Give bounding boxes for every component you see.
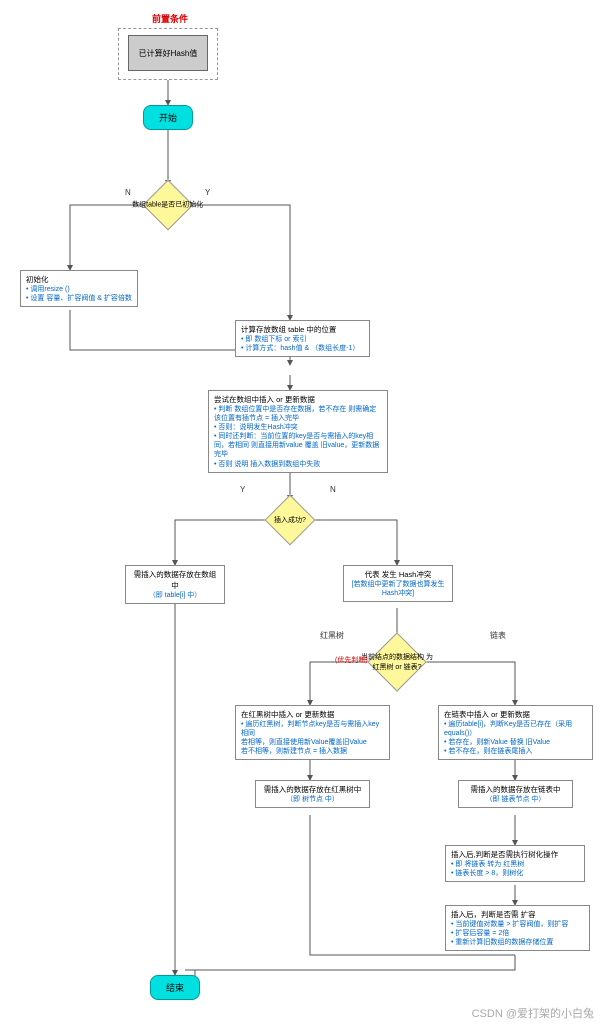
- linked-insert-l3: • 若不存在，则在链表尾插入: [444, 747, 587, 756]
- structure-hint: (优先判断): [335, 655, 368, 665]
- stored-array-title: 需插入的数据存放在数组中: [131, 569, 219, 591]
- decision-table-initialized: 数组table是否已初始化: [143, 180, 194, 231]
- precondition-container: 已计算好Hash值: [118, 28, 218, 80]
- branch-rbtree-label: 红黑树: [320, 630, 344, 641]
- stored-in-array: 需插入的数据存放在数组中 （即 table[i] 中）: [125, 565, 225, 604]
- try-insert-l4: • 否则 说明 插入数据到数组中失败: [214, 460, 382, 469]
- linked-insert-l2: • 若存在，则新Value 替换 旧Value: [444, 738, 587, 747]
- init-l1: • 调用resize (): [26, 285, 132, 294]
- rbtree-insert-process: 在红黑树中插入 or 更新数据 • 遍历红黑树，判断节点key是否与需插入key…: [235, 705, 390, 760]
- insert-ok-y: Y: [240, 485, 245, 494]
- resize-title: 插入后，判断是否需 扩容: [451, 909, 584, 920]
- try-insert-l1: • 判断 数组位置中是否存在数据，若不存在 则需确定该位置有插节点 = 插入完毕: [214, 405, 382, 423]
- rbtree-insert-title: 在红黑树中插入 or 更新数据: [241, 709, 384, 720]
- treeify-title: 插入后,判断是否需执行树化操作: [451, 849, 579, 860]
- decision-structure-l1: 当前结点的数据结构 为: [361, 652, 433, 662]
- insert-ok-n: N: [330, 485, 336, 494]
- end-node: 结束: [150, 975, 200, 1000]
- init-l2: • 设置 容量、扩容阀值 & 扩容倍数: [26, 294, 132, 303]
- resize-l3: • 重新计算旧数组的数据存储位置: [451, 938, 584, 947]
- hash-conflict-title: 代表 发生 Hash冲突: [349, 569, 447, 580]
- rbtree-stored: 需插入的数据存放在红黑树中 （即 树节点 中）: [255, 780, 370, 808]
- linked-stored-sub: （即 链表节点 中）: [464, 795, 567, 804]
- resize-check-process: 插入后，判断是否需 扩容 • 当前键值对数量 > 扩容阀值，则扩容 • 扩容后容…: [445, 905, 590, 951]
- branch-linked-label: 链表: [490, 630, 506, 641]
- decision-insert-success: 插入成功?: [265, 495, 316, 546]
- rbtree-stored-title: 需插入的数据存放在红黑树中: [261, 784, 364, 795]
- rbtree-insert-l3: 若不相等，则新建节点 = 插入数据: [241, 747, 384, 756]
- watermark: CSDN @爱打架的小白兔: [472, 1005, 594, 1021]
- decision-table-initialized-text: 数组table是否已初始化: [132, 200, 203, 210]
- hash-conflict-sub: [若数组中更新了数据也算发生Hash冲突]: [349, 580, 447, 598]
- calc-pos-title: 计算存放数组 table 中的位置: [241, 324, 364, 335]
- linked-stored-title: 需插入的数据存放在链表中: [464, 784, 567, 795]
- try-insert-l3: • 同时还判断：当前位置的key是否与需插入的key相同，若相同 则直接用新va…: [214, 432, 382, 459]
- rbtree-stored-sub: （即 树节点 中）: [261, 795, 364, 804]
- start-node: 开始: [143, 105, 193, 130]
- linked-stored: 需插入的数据存放在链表中 （即 链表节点 中）: [458, 780, 573, 808]
- label-n: N: [125, 188, 131, 197]
- init-process: 初始化 • 调用resize () • 设置 容量、扩容阀值 & 扩容倍数: [20, 270, 138, 307]
- resize-l2: • 扩容后容量 = 2倍: [451, 929, 584, 938]
- linked-insert-process: 在链表中插入 or 更新数据 • 遍历table[i]，判断Key是否已存在（采…: [438, 705, 593, 760]
- calc-position-process: 计算存放数组 table 中的位置 • 即 数组下标 or 索引 • 计算方式：…: [235, 320, 370, 357]
- precondition-label: 前置条件: [130, 12, 210, 25]
- rbtree-insert-l2: 若相等，则直接使用新Value覆盖旧Value: [241, 738, 384, 747]
- treeify-process: 插入后,判断是否需执行树化操作 • 即 将链表 转为 红黑树 • 链表长度 > …: [445, 845, 585, 882]
- decision-structure-l2: 红黑树 or 链表?: [361, 662, 433, 672]
- linked-insert-l1: • 遍历table[i]，判断Key是否已存在（采用equals()）: [444, 720, 587, 738]
- decision-insert-success-text: 插入成功?: [274, 515, 306, 525]
- resize-l1: • 当前键值对数量 > 扩容阀值，则扩容: [451, 920, 584, 929]
- treeify-l2: • 链表长度 > 8，则树化: [451, 869, 579, 878]
- treeify-l1: • 即 将链表 转为 红黑树: [451, 860, 579, 869]
- try-insert-title: 尝试在数组中插入 or 更新数据: [214, 394, 382, 405]
- decision-structure-text: 当前结点的数据结构 为 红黑树 or 链表?: [361, 652, 433, 672]
- flowchart-canvas: 前置条件 已计算好Hash值 开始 数组table是否已初始化 N Y 初始化 …: [10, 10, 602, 1023]
- rbtree-insert-l1: • 遍历红黑树，判断节点key是否与需插入key相同: [241, 720, 384, 738]
- label-y: Y: [205, 188, 210, 197]
- linked-insert-title: 在链表中插入 or 更新数据: [444, 709, 587, 720]
- init-title: 初始化: [26, 274, 132, 285]
- calc-pos-l1: • 即 数组下标 or 索引: [241, 335, 364, 344]
- try-insert-l2: • 否则：说明发生Hash冲突: [214, 423, 382, 432]
- calc-pos-l2: • 计算方式：hash值 & （数组长度-1）: [241, 344, 364, 353]
- stored-array-sub: （即 table[i] 中）: [131, 591, 219, 600]
- hash-conflict: 代表 发生 Hash冲突 [若数组中更新了数据也算发生Hash冲突]: [343, 565, 453, 602]
- precondition-box: 已计算好Hash值: [128, 35, 208, 71]
- decision-node-structure: 当前结点的数据结构 为 红黑树 or 链表?: [367, 632, 426, 691]
- try-insert-process: 尝试在数组中插入 or 更新数据 • 判断 数组位置中是否存在数据，若不存在 则…: [208, 390, 388, 473]
